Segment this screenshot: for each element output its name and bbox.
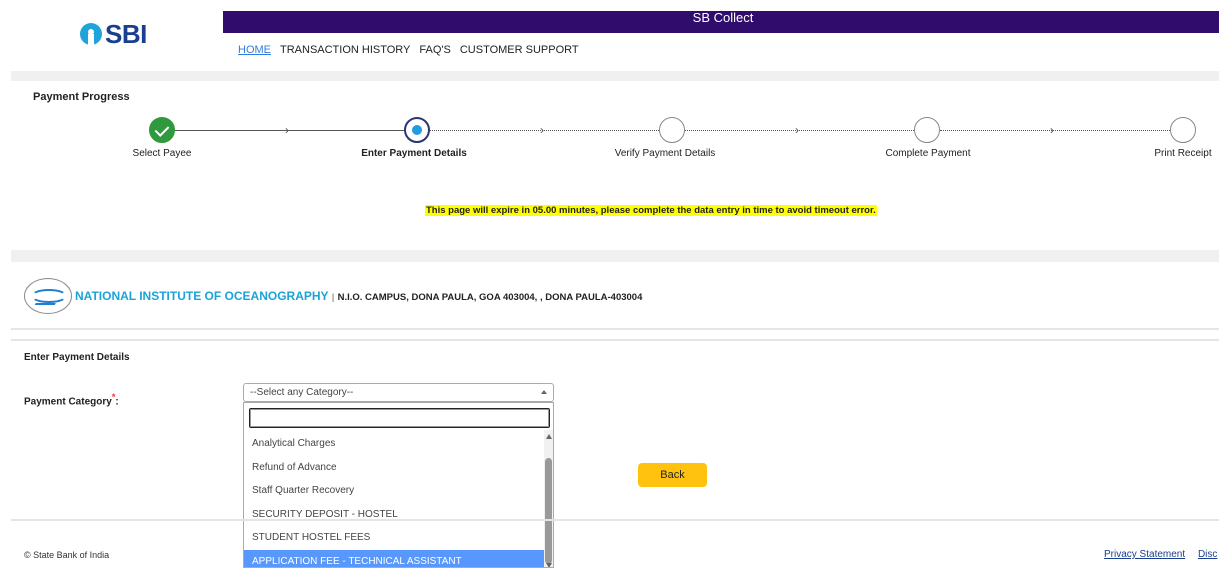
- expiry-notice: This page will expire in 05.00 minutes, …: [425, 205, 877, 216]
- category-option[interactable]: Analytical Charges: [244, 432, 545, 456]
- label-colon: :: [115, 396, 119, 408]
- step-label-print-receipt: Print Receipt: [1154, 148, 1212, 159]
- category-search-input[interactable]: [249, 408, 550, 428]
- institute-address: N.I.O. CAMPUS, DONA PAULA, GOA 403004, ,…: [337, 292, 643, 303]
- sbi-logo: SBI: [80, 18, 147, 49]
- footer-links: Privacy Statement Disc: [1104, 549, 1219, 560]
- progress-title: Payment Progress: [33, 91, 130, 103]
- disclaimer-link[interactable]: Disc: [1198, 549, 1217, 560]
- step-4-circle-icon: [914, 117, 940, 143]
- form-title: Enter Payment Details: [24, 352, 130, 363]
- institute-separator: |: [331, 292, 335, 302]
- step-1-check-icon: [149, 117, 175, 143]
- chevron-right-icon: ›: [285, 123, 289, 137]
- main-nav: HOME TRANSACTION HISTORY FAQ'S CUSTOMER …: [238, 44, 588, 56]
- institute-name: NATIONAL INSTITUTE OF OCEANOGRAPHY: [75, 289, 329, 303]
- progress-connector: [940, 130, 1170, 131]
- category-options: Analytical Charges Refund of Advance Sta…: [244, 432, 545, 567]
- category-option[interactable]: Staff Quarter Recovery: [244, 479, 545, 503]
- header-bar: SB Collect: [223, 11, 1219, 33]
- progress-connector: [685, 130, 914, 131]
- nav-home[interactable]: HOME: [238, 44, 271, 56]
- step-label-select-payee: Select Payee: [132, 148, 192, 159]
- category-option-highlighted[interactable]: APPLICATION FEE - TECHNICAL ASSISTANT: [244, 549, 545, 567]
- sbi-logo-icon: [80, 23, 102, 45]
- category-option[interactable]: SECURITY DEPOSIT - HOSTEL: [244, 503, 545, 527]
- category-option[interactable]: STUDENT HOSTEL FEES: [244, 526, 545, 550]
- scroll-thumb[interactable]: [545, 458, 552, 564]
- progress-connector: [175, 130, 404, 131]
- section-band: [11, 71, 1219, 81]
- step-label-complete-payment: Complete Payment: [885, 148, 971, 159]
- privacy-statement-link[interactable]: Privacy Statement: [1104, 549, 1185, 560]
- app-title: SB Collect: [692, 10, 754, 25]
- scroll-down-icon[interactable]: [546, 563, 552, 567]
- step-5-circle-icon: [1170, 117, 1196, 143]
- institute-line: NATIONAL INSTITUTE OF OCEANOGRAPHY | N.I…: [75, 289, 642, 303]
- scroll-up-icon[interactable]: [546, 434, 552, 439]
- chevron-right-icon: ›: [795, 123, 799, 137]
- step-label-verify-payment-details: Verify Payment Details: [614, 148, 716, 159]
- section-divider: [11, 519, 1219, 521]
- payment-category-label: Payment Category*:: [24, 392, 119, 407]
- step-2-current-icon: [404, 117, 430, 143]
- institute-logo-icon: [24, 278, 72, 314]
- category-option[interactable]: Refund of Advance: [244, 456, 545, 480]
- chevron-right-icon: ›: [1050, 123, 1054, 137]
- back-button[interactable]: Back: [638, 463, 707, 487]
- nav-customer-support[interactable]: CUSTOMER SUPPORT: [460, 44, 579, 56]
- step-3-circle-icon: [659, 117, 685, 143]
- category-dropdown: Analytical Charges Refund of Advance Sta…: [243, 402, 554, 568]
- dropdown-scrollbar[interactable]: [544, 430, 553, 567]
- payment-category-select[interactable]: --Select any Category--: [243, 383, 554, 402]
- section-divider: [11, 339, 1219, 341]
- section-divider: [11, 328, 1219, 330]
- section-band: [11, 250, 1219, 262]
- logo-text: SBI: [105, 18, 147, 49]
- chevron-right-icon: ›: [540, 123, 544, 137]
- nav-faqs[interactable]: FAQ'S: [419, 44, 450, 56]
- step-label-enter-payment-details: Enter Payment Details: [361, 148, 467, 159]
- nav-transaction-history[interactable]: TRANSACTION HISTORY: [280, 44, 410, 56]
- copyright: © State Bank of India: [24, 550, 110, 560]
- chevron-up-icon: [541, 390, 547, 394]
- select-value: --Select any Category--: [250, 387, 354, 398]
- payment-category-label-text: Payment Category: [24, 396, 112, 408]
- progress-connector: [430, 130, 659, 131]
